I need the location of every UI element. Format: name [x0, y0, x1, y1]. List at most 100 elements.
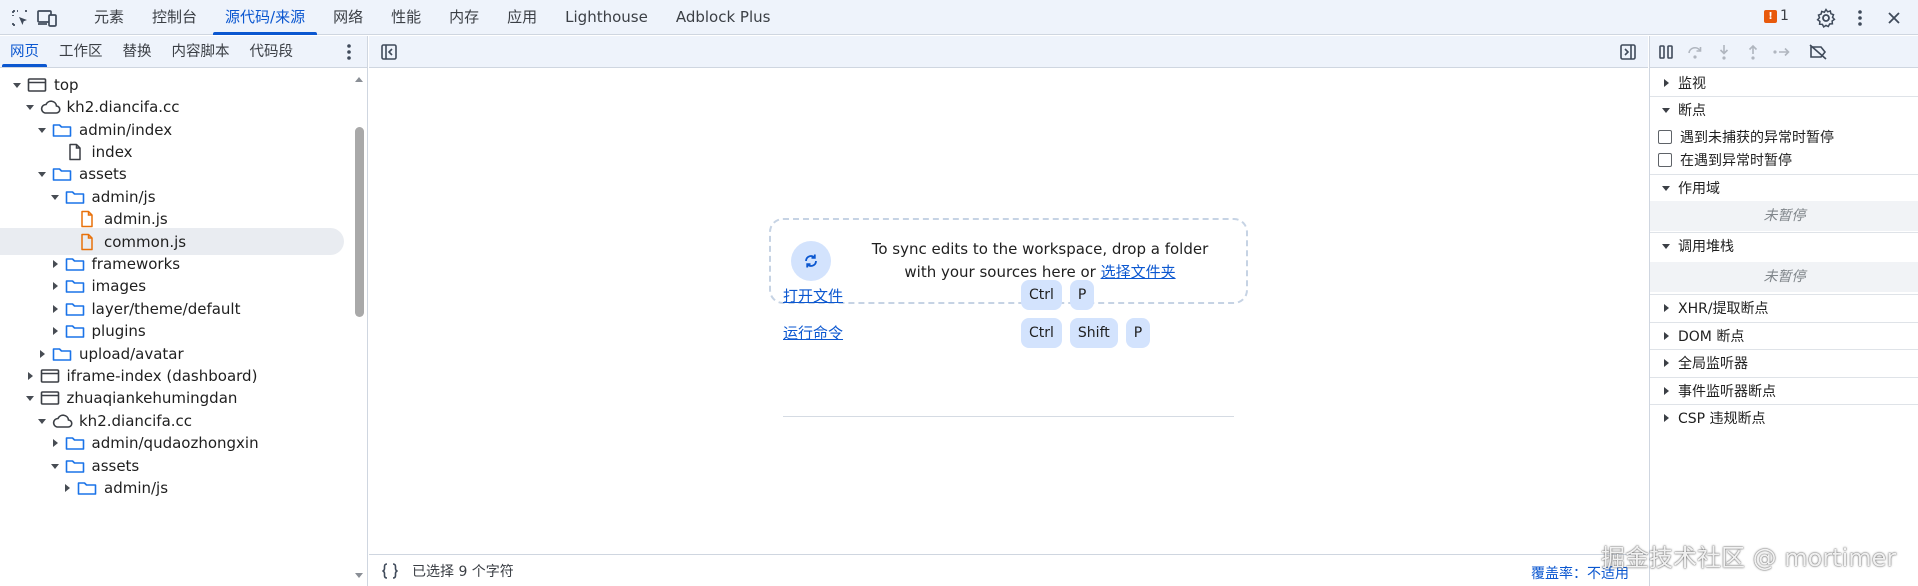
expanded-triangle-icon[interactable] [35, 167, 49, 181]
xhr-breakpoints-header[interactable]: XHR/提取断点 [1650, 294, 1918, 321]
folder-icon [64, 277, 86, 295]
step-out-icon[interactable] [1741, 40, 1765, 64]
collapsed-triangle-icon[interactable] [48, 279, 62, 293]
tree-scrollbar[interactable] [350, 69, 368, 586]
folder-icon [64, 255, 86, 273]
collapsed-triangle-icon[interactable] [35, 347, 49, 361]
step-over-icon[interactable] [1683, 40, 1707, 64]
debugger-sidebar: 监视 断点 遇到未捕获的异常时暂停 在遇到异常时暂停 作用域 未暂停 调用堆栈 … [1649, 36, 1918, 586]
expanded-triangle-icon[interactable] [48, 459, 62, 473]
keycap: P [1125, 317, 1151, 348]
step-icon[interactable] [1770, 40, 1794, 64]
tree-item-label: admin/index [79, 120, 173, 139]
script-file-icon [76, 233, 98, 251]
tab-3[interactable]: 网络 [319, 0, 377, 35]
csp-label: CSP 违规断点 [1678, 411, 1766, 427]
tab-8[interactable]: Adblock Plus [662, 0, 785, 35]
watch-pane-header[interactable]: 监视 [1650, 69, 1918, 96]
tree-item-label: kh2.diancifa.cc [79, 411, 193, 430]
shortcut-link[interactable]: 运行命令 [783, 322, 1021, 343]
tab-4[interactable]: 性能 [377, 0, 435, 35]
toggle-debugger-icon[interactable] [1616, 40, 1640, 64]
keycap: Ctrl [1021, 317, 1062, 348]
navigator-more-icon[interactable] [338, 40, 360, 64]
navigator-tab-1[interactable]: 工作区 [49, 36, 113, 67]
device-toolbar-icon[interactable] [35, 6, 59, 30]
shortcut-divider [783, 416, 1234, 417]
tree-item-label: top [54, 75, 79, 94]
navigator-tab-0[interactable]: 网页 [0, 36, 49, 67]
collapsed-triangle-icon [1664, 359, 1669, 367]
csp-breakpoints-header[interactable]: CSP 违规断点 [1650, 404, 1918, 431]
shortcut-row: 打开文件 Ctrl P [783, 274, 1233, 316]
collapsed-triangle-icon[interactable] [48, 436, 62, 450]
tab-2[interactable]: 源代码/来源 [211, 0, 319, 35]
issues-counter[interactable]: ! 1 [1764, 8, 1789, 24]
pause-caught-checkbox[interactable] [1658, 153, 1672, 167]
document-icon [64, 143, 86, 161]
tree-item-label: assets [91, 456, 140, 475]
dom-breakpoints-header[interactable]: DOM 断点 [1650, 322, 1918, 349]
scope-pane-header[interactable]: 作用域 [1650, 174, 1918, 201]
tab-0[interactable]: 元素 [80, 0, 138, 35]
expanded-triangle-icon[interactable] [10, 78, 24, 92]
tree-item-label: zhuaqiankehumingdan [66, 389, 238, 408]
settings-gear-icon[interactable] [1814, 6, 1838, 30]
tree-item-label: upload/avatar [79, 344, 184, 363]
tree-item-label: layer/theme/default [91, 299, 241, 318]
pretty-print-braces-icon[interactable] [378, 561, 402, 581]
tree-item-label: admin.js [104, 210, 168, 229]
pause-caught-option[interactable]: 在遇到异常时暂停 [1658, 149, 1792, 171]
pause-resume-icon[interactable] [1654, 40, 1678, 64]
folder-icon [64, 434, 86, 452]
pause-uncaught-option[interactable]: 遇到未捕获的异常时暂停 [1658, 126, 1834, 148]
deactivate-breakpoints-icon[interactable] [1806, 40, 1830, 64]
callstack-pane-header[interactable]: 调用堆栈 [1650, 232, 1918, 259]
frame-icon [26, 76, 48, 94]
scrollbar-thumb[interactable] [355, 127, 364, 317]
editor-area: To sync edits to the workspace, drop a f… [369, 36, 1648, 586]
cloud-icon [51, 412, 73, 430]
callstack-empty-message: 未暂停 [1650, 262, 1918, 292]
expanded-triangle-icon[interactable] [35, 123, 49, 137]
breakpoints-pane-header[interactable]: 断点 [1650, 96, 1918, 123]
expanded-triangle-icon[interactable] [35, 414, 49, 428]
tree-item[interactable]: admin/js [0, 474, 344, 502]
step-into-icon[interactable] [1712, 40, 1736, 64]
expanded-triangle-icon[interactable] [23, 391, 37, 405]
collapsed-triangle-icon[interactable] [60, 481, 74, 495]
expanded-triangle-icon[interactable] [23, 100, 37, 114]
more-options-icon[interactable] [1848, 6, 1872, 30]
inspect-element-icon[interactable] [8, 6, 32, 30]
collapsed-triangle-icon [1664, 414, 1669, 422]
folder-icon [51, 345, 73, 363]
tab-7[interactable]: Lighthouse [551, 0, 662, 35]
tab-6[interactable]: 应用 [493, 0, 551, 35]
event-listener-breakpoints-header[interactable]: 事件监听器断点 [1650, 377, 1918, 404]
shortcut-link[interactable]: 打开文件 [783, 285, 1021, 306]
collapsed-triangle-icon[interactable] [48, 324, 62, 338]
tree-item-label: admin/qudaozhongxin [91, 434, 259, 453]
global-listeners-header[interactable]: 全局监听器 [1650, 349, 1918, 376]
tab-5[interactable]: 内存 [435, 0, 493, 35]
navigator-tab-4[interactable]: 代码段 [240, 36, 304, 67]
expanded-triangle-icon [1662, 244, 1670, 249]
collapsed-triangle-icon[interactable] [48, 257, 62, 271]
expanded-triangle-icon [1662, 108, 1670, 113]
expanded-triangle-icon[interactable] [48, 190, 62, 204]
tab-1[interactable]: 控制台 [138, 0, 211, 35]
main-tabs: 元素 控制台 源代码/来源 网络 性能 内存 应用 Lighthouse Adblock Plu… [80, 0, 784, 35]
navigator-tab-3[interactable]: 内容脚本 [162, 36, 240, 67]
close-icon[interactable] [1882, 6, 1906, 30]
shortcut-row: 运行命令 Ctrl Shift P [783, 312, 1233, 354]
navigator-pane: 网页 工作区 替换 内容脚本 代码段 top kh2.diancifa.cc admin/i… [0, 36, 368, 586]
toggle-navigator-icon[interactable] [377, 40, 401, 64]
collapsed-triangle-icon[interactable] [48, 302, 62, 316]
keycap: P [1069, 280, 1095, 310]
tree-item-label: admin/js [91, 187, 156, 206]
pause-caught-label: 在遇到异常时暂停 [1680, 153, 1792, 169]
pause-uncaught-checkbox[interactable] [1658, 130, 1672, 144]
navigator-tab-2[interactable]: 替换 [113, 36, 162, 67]
collapsed-triangle-icon[interactable] [23, 369, 37, 383]
